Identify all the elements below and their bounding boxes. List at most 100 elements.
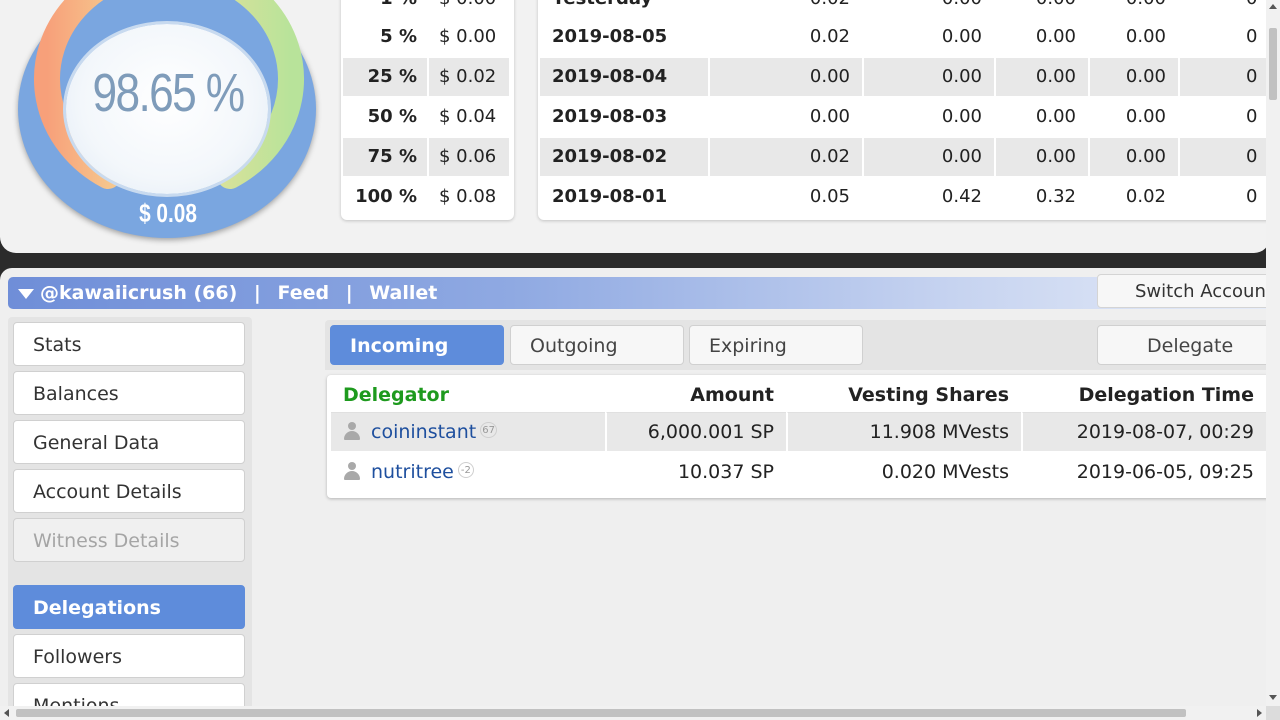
- table-row: 75 % $ 0.06: [343, 138, 512, 176]
- cell: 0.02: [708, 0, 862, 18]
- reputation-badge: 67: [480, 422, 497, 438]
- table-row: 2019-08-05 0.02 0.00 0.00 0.00 0: [540, 18, 1270, 56]
- cell: 0.00: [862, 58, 994, 96]
- table-row: 2019-08-02 0.02 0.00 0.00 0.00 0: [540, 138, 1270, 176]
- cell: 0.00: [994, 98, 1088, 136]
- sidebar-item-account-details[interactable]: Account Details: [13, 469, 245, 513]
- incoming-delegations-table: Delegator Amount Vesting Shares Delegati…: [327, 375, 1266, 498]
- time-cell: 2019-06-05, 09:25: [1021, 453, 1266, 491]
- vote-percent: 1 %: [343, 0, 427, 18]
- cell: 0.00: [1088, 0, 1178, 18]
- table-row: 2019-08-03 0.00 0.00 0.00 0.00 0: [540, 98, 1270, 136]
- sidebar-item-delegations[interactable]: Delegations: [13, 585, 245, 629]
- voting-power-gauge: 98.65 % $ 0.08: [18, 0, 318, 240]
- cell: 0.42: [862, 178, 994, 216]
- scroll-right-icon[interactable]: [1257, 709, 1262, 717]
- cell: 0: [1178, 98, 1268, 136]
- cell: 0.02: [708, 18, 862, 56]
- vote-percent: 75 %: [343, 138, 427, 176]
- table-row: 5 % $ 0.00: [343, 18, 512, 56]
- delegator-cell: nutritree -2: [331, 453, 605, 491]
- sidebar-item-stats[interactable]: Stats: [13, 322, 245, 366]
- account-header: @kawaiicrush (66) | Feed | Wallet: [8, 277, 1266, 309]
- wallet-link[interactable]: Wallet: [369, 282, 437, 304]
- gauge-percent: 98.65 %: [92, 63, 245, 123]
- row-date: 2019-08-04: [540, 58, 708, 96]
- vesting-cell: 11.908 MVests: [786, 413, 1021, 451]
- cell: 0: [1178, 18, 1268, 56]
- vote-value: $ 0.02: [427, 58, 509, 96]
- vote-percent: 50 %: [367, 106, 417, 127]
- scroll-down-icon[interactable]: [1269, 695, 1277, 700]
- row-date: Yesterday: [540, 0, 708, 18]
- tab-expiring[interactable]: Expiring: [689, 325, 863, 365]
- delegate-sp-button[interactable]: Delegate SP...: [1097, 325, 1266, 397]
- cell: 0: [1178, 58, 1268, 96]
- amount-cell: 10.037 SP: [605, 453, 786, 491]
- account-panel: @kawaiicrush (66) | Feed | Wallet Stats …: [0, 268, 1266, 708]
- delegations-panel: Incoming Outgoing Expiring Delegate SP..…: [325, 320, 1266, 498]
- tab-outgoing[interactable]: Outgoing: [510, 325, 684, 365]
- vote-value-table: 1 % $ 0.00 5 % $ 0.00 25 % $ 0.02 50 % $…: [341, 0, 514, 220]
- cell: 0.32: [994, 178, 1088, 216]
- horizontal-scrollbar[interactable]: [0, 706, 1266, 720]
- sidebar-item-general-data[interactable]: General Data: [13, 420, 245, 464]
- feed-link[interactable]: Feed: [277, 282, 329, 304]
- cell: 0.00: [994, 0, 1088, 18]
- scroll-up-icon[interactable]: [1269, 4, 1277, 9]
- table-header-row: Delegator Amount Vesting Shares Delegati…: [331, 376, 1266, 414]
- table-row: 25 % $ 0.02: [343, 58, 512, 96]
- scrollbar-thumb[interactable]: [1269, 28, 1277, 100]
- vote-value: $ 0.04: [427, 98, 509, 136]
- cell: 0.00: [862, 138, 994, 176]
- account-name[interactable]: @kawaiicrush (66): [40, 282, 237, 304]
- row-date: 2019-08-01: [552, 186, 668, 207]
- cell: 0: [1178, 0, 1268, 18]
- account-header-text: @kawaiicrush (66) | Feed | Wallet: [40, 277, 447, 309]
- cell: 0: [1178, 138, 1268, 176]
- table-row: nutritree -2 10.037 SP 0.020 MVests 2019-…: [331, 453, 1266, 491]
- cell: 0.00: [862, 98, 994, 136]
- table-row: 2019-08-01 0.05 0.42 0.32 0.02 0: [540, 178, 1270, 216]
- scroll-left-icon[interactable]: [4, 709, 9, 717]
- sidebar-item-mentions[interactable]: Mentions: [13, 683, 245, 708]
- delegator-link[interactable]: nutritree: [371, 461, 454, 483]
- cell: 0.02: [708, 138, 862, 176]
- cell: 0.00: [708, 98, 862, 136]
- delegator-cell: coininstant 67: [331, 413, 605, 451]
- cell: 0.00: [994, 58, 1088, 96]
- row-date: 2019-08-05: [552, 26, 668, 47]
- sidebar: Stats Balances General Data Account Deta…: [8, 317, 252, 708]
- sidebar-item-witness-details: Witness Details: [13, 518, 245, 562]
- cell: 0.00: [1088, 18, 1178, 56]
- vote-value: $ 0.00: [427, 0, 509, 18]
- cell: 0.00: [1088, 138, 1178, 176]
- header-amount[interactable]: Amount: [605, 376, 786, 414]
- vertical-scrollbar[interactable]: [1266, 0, 1280, 706]
- cell: 0: [1178, 178, 1268, 216]
- separator: |: [253, 282, 261, 304]
- table-row: 1 % $ 0.00: [343, 0, 512, 18]
- time-cell: 2019-08-07, 00:29: [1021, 413, 1266, 451]
- table-row: coininstant 67 6,000.001 SP 11.908 MVests…: [331, 413, 1266, 451]
- scrollbar-thumb[interactable]: [16, 709, 1186, 717]
- sidebar-item-balances[interactable]: Balances: [13, 371, 245, 415]
- cell: 0.00: [862, 18, 994, 56]
- header-delegation-time[interactable]: Delegation Time: [1021, 376, 1266, 414]
- table-row: Yesterday 0.02 0.00 0.00 0.00 0: [540, 0, 1270, 18]
- sidebar-item-followers[interactable]: Followers: [13, 634, 245, 678]
- vote-percent: 25 %: [343, 58, 427, 96]
- header-vesting-shares[interactable]: Vesting Shares: [786, 376, 1021, 414]
- rewards-section: 98.65 % $ 0.08 1 % $ 0.00 5 % $ 0.00 25 …: [0, 0, 1270, 253]
- vesting-cell: 0.020 MVests: [786, 453, 1021, 491]
- collapse-triangle-icon[interactable]: [18, 289, 34, 299]
- tab-incoming[interactable]: Incoming: [330, 325, 504, 365]
- cell: 0.05: [708, 178, 862, 216]
- reputation-badge: -2: [457, 462, 474, 478]
- delegator-link[interactable]: coininstant: [371, 421, 476, 443]
- cell: 0.00: [1088, 98, 1178, 136]
- switch-account-button[interactable]: Switch Account: [1097, 274, 1277, 308]
- delegation-tabs: Incoming Outgoing Expiring Delegate SP..…: [325, 320, 1266, 397]
- header-delegator[interactable]: Delegator: [331, 376, 605, 414]
- vote-percent: 5 %: [380, 26, 417, 47]
